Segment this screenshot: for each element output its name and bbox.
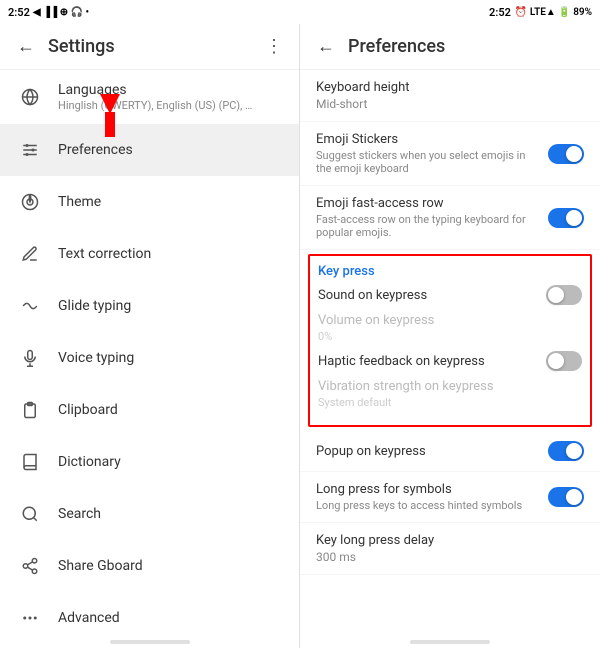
advanced-label: Advanced <box>58 610 120 626</box>
text-correction-label: Text correction <box>58 246 151 262</box>
search-label: Search <box>58 506 101 522</box>
back-button[interactable]: ← <box>16 37 36 57</box>
keyboard-height-label: Keyboard height <box>316 80 584 95</box>
sound-on-keypress-label: Sound on keypress <box>318 288 427 303</box>
glide-typing-label: Glide typing <box>58 298 131 314</box>
preferences-title: Preferences <box>348 36 445 57</box>
vibration-strength-label: Vibration strength on keypress <box>318 379 582 394</box>
status-bar-left: 2:52 ◀ ▐▐ ⊕ 🎧 • 2:52 ⏰ LTE▲ 🔋 89% <box>0 0 600 24</box>
long-press-symbols-desc: Long press keys to access hinted symbols <box>316 499 522 512</box>
volume-on-keypress-label: Volume on keypress <box>318 313 582 328</box>
text-correction-icon <box>16 240 44 268</box>
long-press-symbols-toggle[interactable] <box>548 487 584 507</box>
clipboard-icon <box>16 396 44 424</box>
vibration-value: System default <box>318 396 582 409</box>
haptic-feedback-label: Haptic feedback on keypress <box>318 354 485 369</box>
languages-sublabel: Hinglish (QWERTY), English (US) (PC), En… <box>58 99 258 112</box>
keyboard-height-value: Mid-short <box>316 97 584 111</box>
sidebar-item-glide-typing[interactable]: Glide typing <box>0 280 299 332</box>
theme-icon <box>16 188 44 216</box>
long-press-symbols-label: Long press for symbols <box>316 482 522 497</box>
preferences-icon <box>16 136 44 164</box>
emoji-stickers-label: Emoji Stickers <box>316 132 536 147</box>
sidebar-item-dictionary[interactable]: Dictionary <box>0 436 299 488</box>
haptic-feedback-toggle[interactable] <box>546 351 582 371</box>
settings-list: Keyboard height Mid-short Emoji Stickers… <box>300 70 600 636</box>
settings-title: Settings <box>48 36 265 57</box>
emoji-fast-access-toggle[interactable] <box>548 208 584 228</box>
languages-label: Languages <box>58 82 258 98</box>
emoji-fast-access-desc: Fast-access row on the typing keyboard f… <box>316 213 536 239</box>
emoji-fast-access-item: Emoji fast-access row Fast-access row on… <box>300 186 600 250</box>
sidebar-item-search[interactable]: Search <box>0 488 299 540</box>
status-icons-left: ◀ ▐▐ ⊕ 🎧 • <box>33 7 89 18</box>
globe-icon <box>16 83 44 111</box>
emoji-stickers-item: Emoji Stickers Suggest stickers when you… <box>300 122 600 186</box>
haptic-feedback-item: Haptic feedback on keypress <box>318 351 582 371</box>
left-panel: ← Settings ⋮ Languages Hinglish (QWERTY)… <box>0 24 300 648</box>
dictionary-label: Dictionary <box>58 454 121 470</box>
key-long-press-delay-label: Key long press delay <box>316 533 584 548</box>
dictionary-icon <box>16 448 44 476</box>
voice-typing-icon <box>16 344 44 372</box>
left-header: ← Settings ⋮ <box>0 24 299 70</box>
preferences-label: Preferences <box>58 142 133 158</box>
time-right: 2:52 <box>489 6 511 19</box>
sidebar-item-voice-typing[interactable]: Voice typing <box>0 332 299 384</box>
volume-value: 0% <box>318 330 582 343</box>
sidebar-item-text-correction[interactable]: Text correction <box>0 228 299 280</box>
share-gboard-label: Share Gboard <box>58 558 143 574</box>
share-icon <box>16 552 44 580</box>
vibration-strength-item: Vibration strength on keypress System de… <box>318 379 582 409</box>
voice-typing-label: Voice typing <box>58 350 134 366</box>
sidebar-item-advanced[interactable]: Advanced <box>0 592 299 636</box>
clipboard-label: Clipboard <box>58 402 118 418</box>
sidebar-item-theme[interactable]: Theme <box>0 176 299 228</box>
right-panel: ← Preferences Keyboard height Mid-short … <box>300 24 600 648</box>
glide-typing-icon <box>16 292 44 320</box>
key-long-press-delay-item: Key long press delay 300 ms <box>300 523 600 575</box>
key-press-title: Key press <box>318 264 582 279</box>
sound-on-keypress-toggle[interactable] <box>546 285 582 305</box>
right-header: ← Preferences <box>300 24 600 70</box>
search-icon <box>16 500 44 528</box>
advanced-icon <box>16 604 44 632</box>
emoji-fast-access-label: Emoji fast-access row <box>316 196 536 211</box>
theme-label: Theme <box>58 194 101 210</box>
emoji-stickers-desc: Suggest stickers when you select emojis … <box>316 149 536 175</box>
right-back-button[interactable]: ← <box>316 37 336 57</box>
sidebar-item-share-gboard[interactable]: Share Gboard <box>0 540 299 592</box>
popup-on-keypress-toggle[interactable] <box>548 441 584 461</box>
menu-button[interactable]: ⋮ <box>265 36 283 57</box>
sidebar-item-languages[interactable]: Languages Hinglish (QWERTY), English (US… <box>0 70 299 124</box>
keyboard-height-item: Keyboard height Mid-short <box>300 70 600 122</box>
popup-on-keypress-item: Popup on keypress <box>300 431 600 472</box>
key-press-section: Key press Sound on keypress Volume on ke… <box>308 254 592 427</box>
time-left: 2:52 <box>8 6 30 19</box>
nav-list: Languages Hinglish (QWERTY), English (US… <box>0 70 299 636</box>
sound-on-keypress-item: Sound on keypress <box>318 285 582 305</box>
status-icons-right: ⏰ LTE▲ 🔋 89% <box>515 7 592 18</box>
sidebar-item-preferences[interactable]: Preferences <box>0 124 299 176</box>
popup-on-keypress-label: Popup on keypress <box>316 444 426 459</box>
key-long-press-delay-value: 300 ms <box>316 550 584 564</box>
emoji-stickers-toggle[interactable] <box>548 144 584 164</box>
sidebar-item-clipboard[interactable]: Clipboard <box>0 384 299 436</box>
right-bottom-bar <box>410 640 490 644</box>
left-bottom-bar <box>110 640 190 644</box>
long-press-symbols-item: Long press for symbols Long press keys t… <box>300 472 600 523</box>
volume-on-keypress-item: Volume on keypress 0% <box>318 313 582 343</box>
